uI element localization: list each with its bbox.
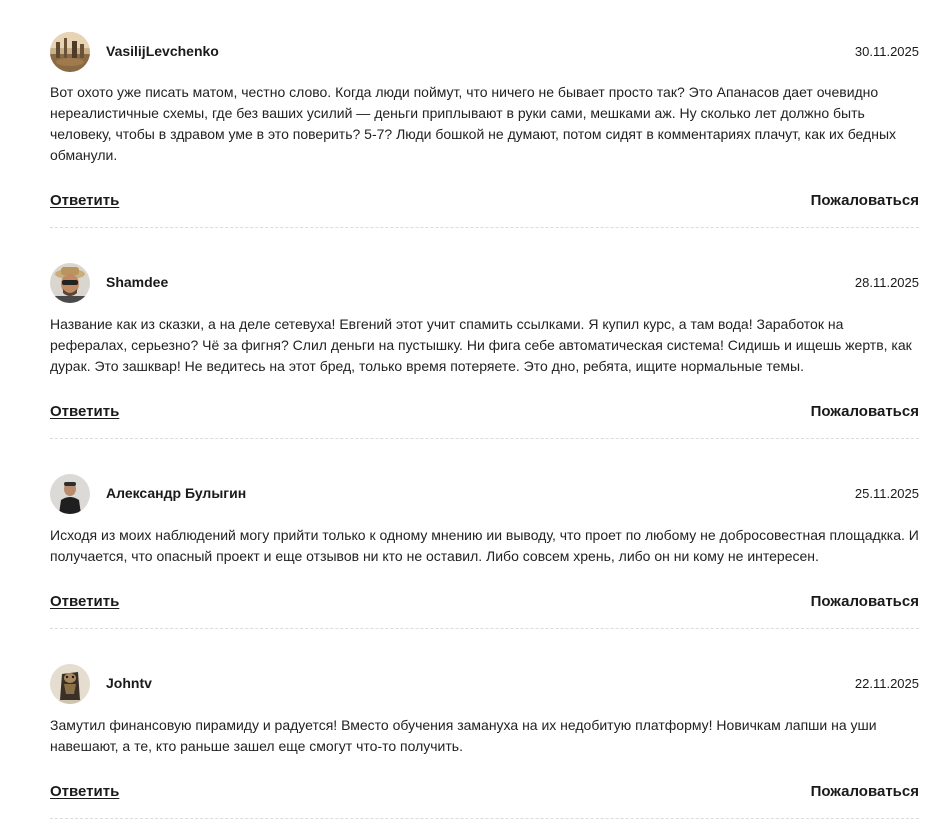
reply-link[interactable]: Ответить	[50, 593, 119, 610]
report-link[interactable]: Пожаловаться	[811, 593, 919, 610]
comment-divider	[50, 227, 919, 228]
comments-list: VasilijLevchenko 30.11.2025 Вот охото уж…	[0, 0, 931, 822]
comment-item: Александр Булыгин 25.11.2025 Исходя из м…	[50, 474, 919, 629]
comment-actions: Ответить Пожаловаться	[50, 192, 919, 212]
comment-date: 22.11.2025	[854, 676, 919, 691]
user-avatar[interactable]	[50, 474, 90, 514]
comment-text: Замутил финансовую пирамиду и радуется! …	[50, 717, 877, 754]
reply-link[interactable]: Ответить	[50, 783, 119, 800]
comment-header: Shamdee 28.11.2025	[50, 263, 919, 303]
comment-author: Johntv	[106, 675, 152, 691]
comment-item: VasilijLevchenko 30.11.2025 Вот охото уж…	[50, 32, 919, 228]
comment-header: Александр Булыгин 25.11.2025	[50, 474, 919, 514]
comment-divider	[50, 628, 919, 629]
comment-author: Александр Булыгин	[106, 485, 247, 501]
comment-header: VasilijLevchenko 30.11.2025	[50, 32, 919, 72]
comment-divider	[50, 438, 919, 439]
user-avatar[interactable]	[50, 664, 90, 704]
comment-text: Исходя из моих наблюдений могу прийти то…	[50, 527, 919, 564]
comment-text: Название как из сказки, а на деле сетеву…	[50, 316, 912, 374]
comment-date: 30.11.2025	[854, 44, 919, 59]
comment-date: 25.11.2025	[854, 486, 919, 501]
comment-actions: Ответить Пожаловаться	[50, 403, 919, 423]
comment-divider	[50, 818, 919, 819]
user-avatar[interactable]	[50, 32, 90, 72]
comment-author: Shamdee	[106, 274, 169, 290]
comment-header: Johntv 22.11.2025	[50, 664, 919, 704]
reply-link[interactable]: Ответить	[50, 403, 119, 420]
comment-actions: Ответить Пожаловаться	[50, 783, 919, 803]
report-link[interactable]: Пожаловаться	[811, 192, 919, 209]
comment-item: Shamdee 28.11.2025 Название как из сказк…	[50, 263, 919, 439]
comment-item: Johntv 22.11.2025 Замутил финансовую пир…	[50, 664, 919, 819]
comment-author: VasilijLevchenko	[106, 43, 219, 59]
report-link[interactable]: Пожаловаться	[811, 403, 919, 420]
comment-text: Вот охото уже писать матом, честно слово…	[50, 84, 897, 163]
user-avatar[interactable]	[50, 263, 90, 303]
report-link[interactable]: Пожаловаться	[811, 783, 919, 800]
comment-actions: Ответить Пожаловаться	[50, 593, 919, 613]
comment-date: 28.11.2025	[854, 275, 919, 290]
reply-link[interactable]: Ответить	[50, 192, 119, 209]
